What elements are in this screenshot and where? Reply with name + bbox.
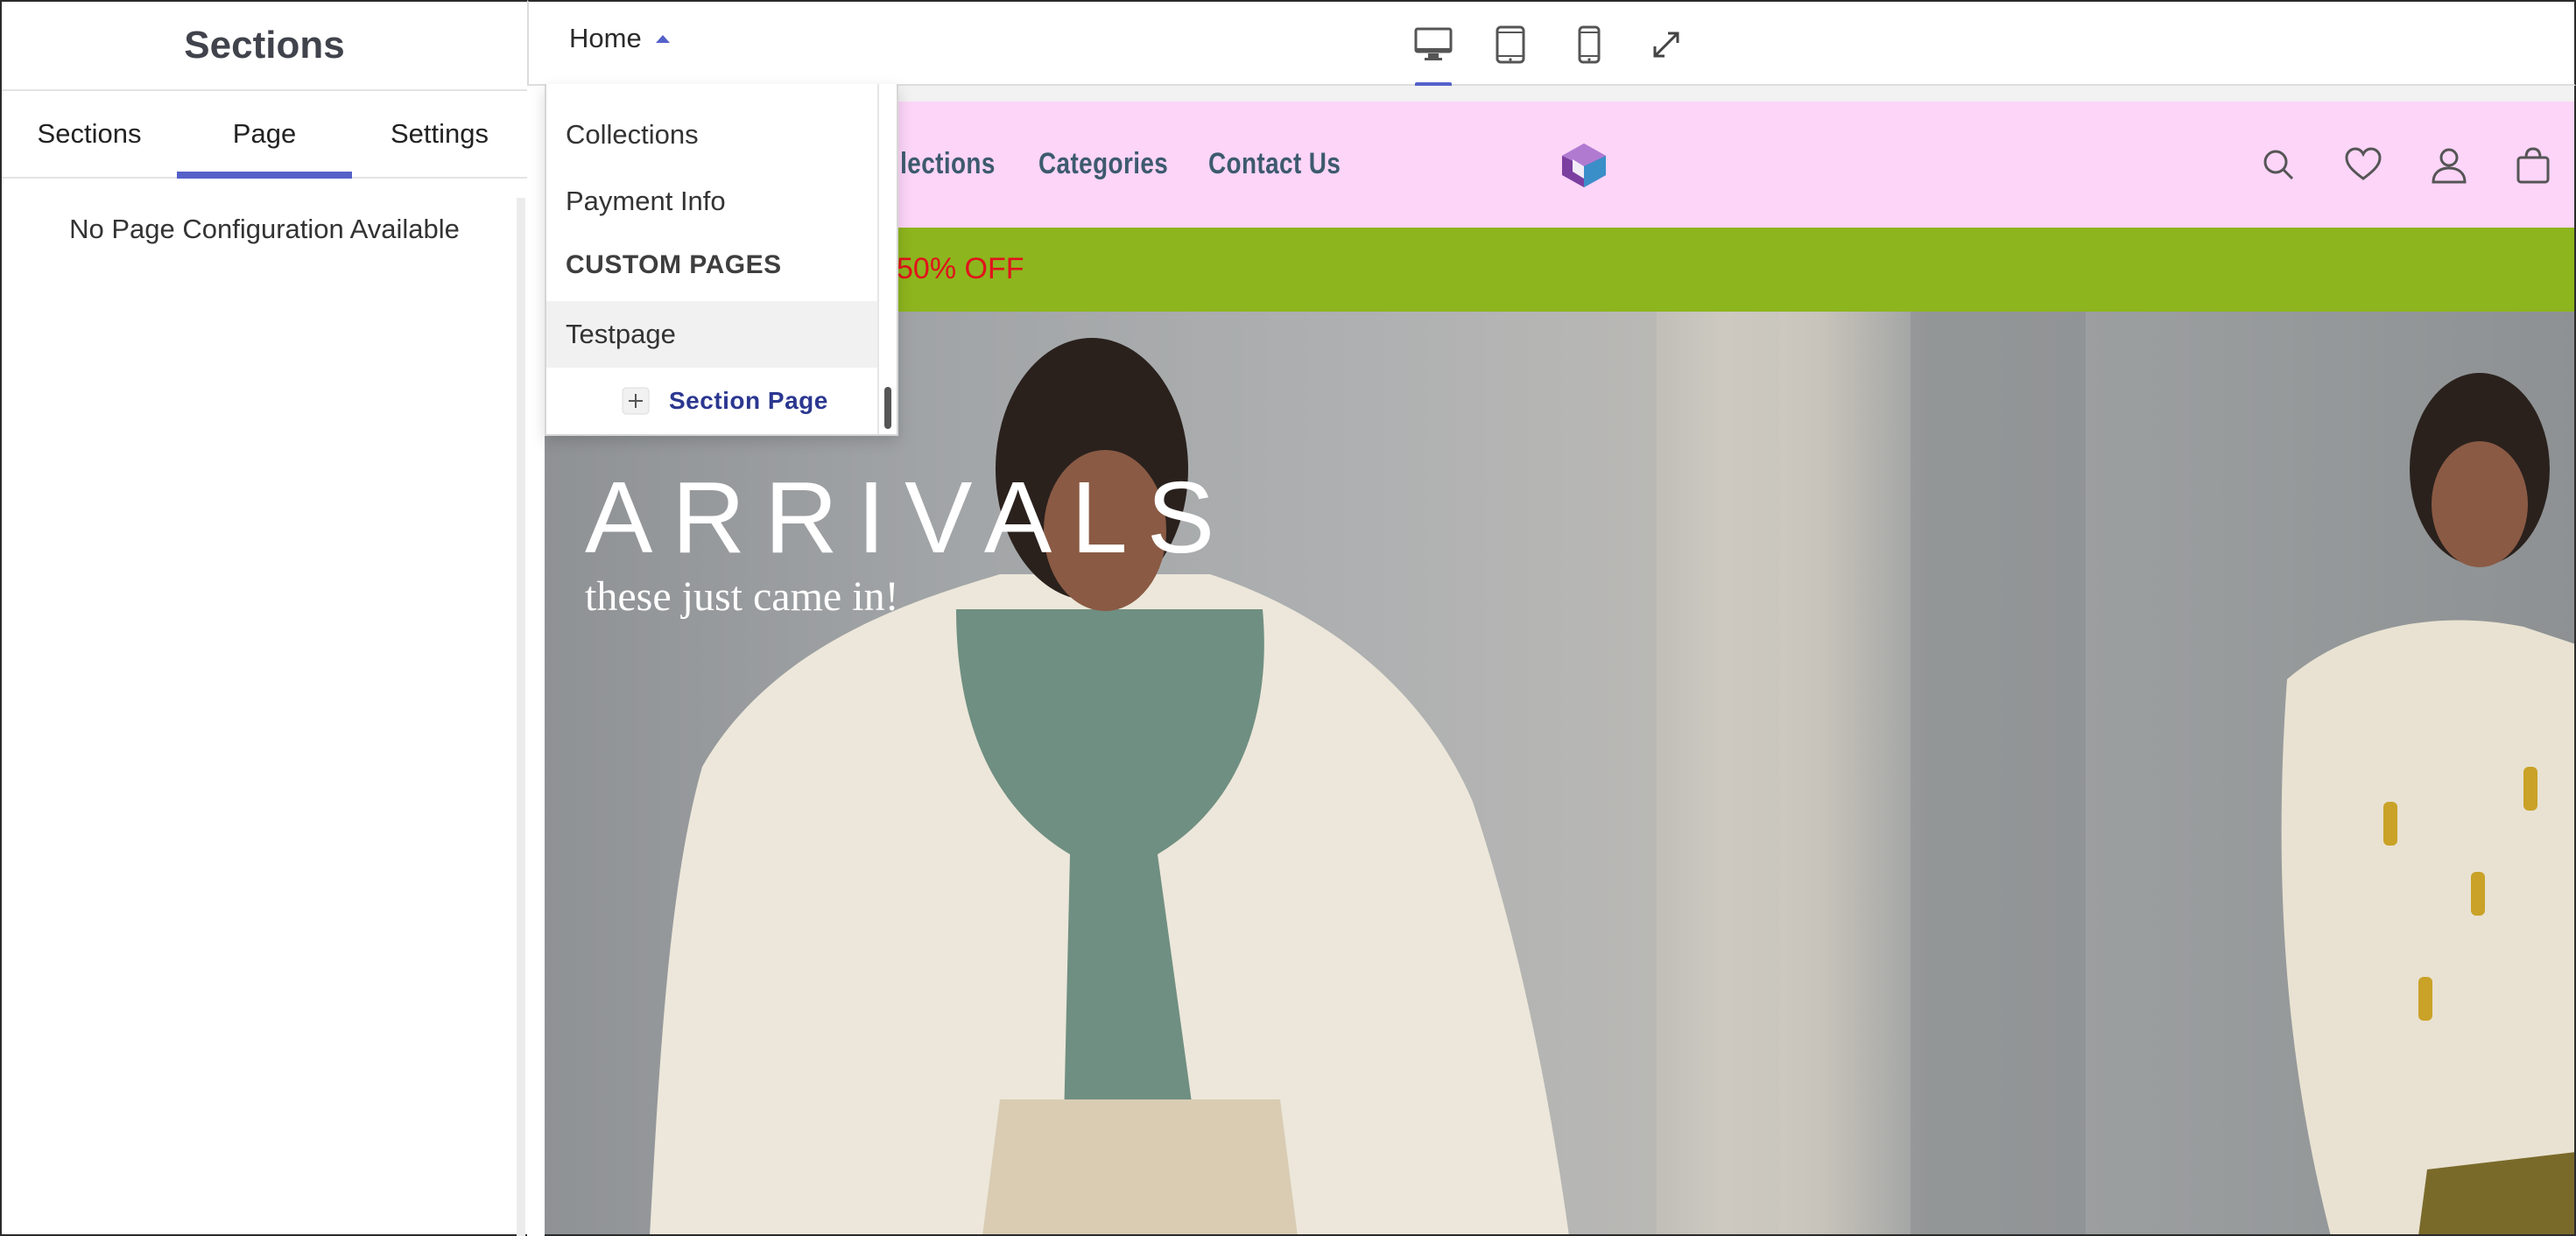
sidebar-title: Sections bbox=[2, 2, 527, 91]
page-dropdown: Collections Payment Info CUSTOM PAGES Te… bbox=[545, 84, 898, 436]
add-section-page-label: Section Page bbox=[669, 387, 828, 414]
empty-state-message: No Page Configuration Available bbox=[69, 214, 460, 244]
tablet-icon bbox=[1496, 25, 1525, 64]
dropdown-scrollbar[interactable] bbox=[877, 84, 897, 434]
page-selector-label: Home bbox=[569, 23, 642, 53]
desktop-icon bbox=[1414, 27, 1453, 60]
tab-settings[interactable]: Settings bbox=[352, 91, 527, 177]
dropdown-item-payment-info[interactable]: Payment Info bbox=[546, 168, 881, 235]
promo-text: 50% OFF bbox=[897, 252, 1024, 285]
heart-icon[interactable] bbox=[2345, 147, 2382, 182]
hero-subtitle: these just came in! bbox=[585, 573, 899, 620]
nav-contact-us[interactable]: Contact Us bbox=[1208, 147, 1341, 181]
mobile-view-button[interactable] bbox=[1566, 21, 1613, 68]
hero-banner[interactable]: ARRIVALS these just came in! bbox=[545, 312, 2574, 1234]
sidebar-scrollbar[interactable] bbox=[517, 198, 525, 1236]
hero-photo bbox=[650, 312, 2574, 1234]
editor-sidebar: Sections Sections Page Settings No Page … bbox=[0, 0, 527, 1236]
expand-icon bbox=[1653, 32, 1679, 58]
dropdown-item-collections[interactable]: Collections bbox=[546, 102, 881, 168]
mobile-icon bbox=[1578, 25, 1601, 64]
dropdown-item-testpage[interactable]: Testpage bbox=[546, 301, 881, 368]
hero-title: ARRIVALS bbox=[585, 460, 1235, 574]
cart-icon[interactable] bbox=[2515, 147, 2551, 184]
desktop-view-button[interactable] bbox=[1410, 21, 1457, 89]
sidebar-tabs: Sections Page Settings bbox=[2, 91, 527, 179]
add-section-page-button[interactable]: Section Page bbox=[622, 387, 828, 415]
fullscreen-button[interactable] bbox=[1643, 21, 1690, 68]
caret-up-icon bbox=[655, 34, 670, 43]
search-icon[interactable] bbox=[2261, 147, 2296, 182]
dropdown-scroll-thumb[interactable] bbox=[884, 387, 891, 429]
plus-icon bbox=[622, 387, 650, 415]
page-selector[interactable]: Home bbox=[569, 23, 670, 54]
tablet-view-button[interactable] bbox=[1487, 21, 1534, 68]
user-icon[interactable] bbox=[2431, 147, 2467, 184]
dropdown-heading-custom-pages: CUSTOM PAGES bbox=[566, 250, 782, 279]
nav-categories[interactable]: Categories bbox=[1038, 147, 1168, 181]
tab-sections[interactable]: Sections bbox=[2, 91, 177, 177]
store-logo[interactable] bbox=[1559, 140, 1609, 191]
editor-topbar: Home bbox=[527, 0, 2576, 89]
tab-page[interactable]: Page bbox=[177, 91, 352, 179]
